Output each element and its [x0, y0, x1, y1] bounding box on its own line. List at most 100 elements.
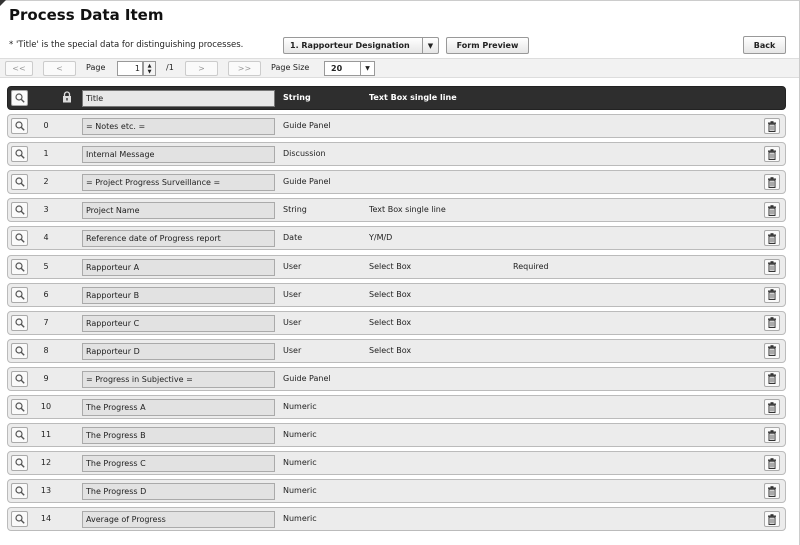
item-name-field[interactable]: The Progress A: [82, 399, 275, 417]
trash-icon[interactable]: [764, 286, 780, 303]
magnifier-icon[interactable]: [11, 483, 28, 500]
trash-icon[interactable]: [764, 427, 780, 444]
item-name-field[interactable]: Average of Progress: [82, 511, 275, 529]
trash-icon[interactable]: [764, 202, 780, 219]
trash-icon[interactable]: [764, 370, 780, 387]
item-index: 9: [43, 373, 49, 383]
trash-icon[interactable]: [764, 258, 780, 275]
title-item-name[interactable]: Title: [82, 90, 275, 107]
item-index: 6: [43, 289, 49, 299]
trash-icon[interactable]: [764, 314, 780, 331]
page-size-select[interactable]: 20 ▼: [324, 61, 375, 76]
trash-icon[interactable]: [764, 483, 780, 500]
item-name-field[interactable]: Internal Message: [82, 146, 275, 164]
last-page-button[interactable]: >>: [228, 61, 261, 76]
trash-icon[interactable]: [764, 174, 780, 191]
data-item-row: 9 = Progress in Subjective = Guide Panel: [7, 366, 786, 391]
item-index: 3: [43, 205, 49, 215]
data-item-row: 11 The Progress B Numeric: [7, 423, 786, 448]
title-note: * 'Title' is the special data for distin…: [9, 40, 244, 50]
data-item-row: 3 Project Name String Text Box single line: [7, 198, 786, 223]
item-name-field[interactable]: = Progress in Subjective =: [82, 370, 275, 388]
first-page-button[interactable]: <<: [5, 61, 33, 76]
magnifier-icon[interactable]: [11, 399, 28, 416]
magnifier-icon[interactable]: [11, 370, 28, 387]
item-type: User: [283, 317, 302, 327]
top-border: [0, 0, 800, 1]
item-control: Y/M/D: [369, 233, 393, 243]
trash-icon[interactable]: [764, 342, 780, 359]
item-name-field[interactable]: = Project Progress Surveillance =: [82, 174, 275, 192]
up-down-spinner-icon[interactable]: ▲ ▼: [143, 61, 156, 76]
data-item-row: 12 The Progress C Numeric: [7, 451, 786, 476]
page-number-input[interactable]: 1: [117, 61, 143, 76]
magnifier-icon[interactable]: [11, 286, 28, 303]
item-name-field[interactable]: Rapporteur A: [82, 258, 275, 276]
trash-icon[interactable]: [764, 455, 780, 472]
magnifier-icon[interactable]: [11, 455, 28, 472]
magnifier-icon[interactable]: [11, 118, 28, 135]
trash-icon[interactable]: [764, 118, 780, 135]
item-index: 5: [43, 261, 49, 271]
magnifier-icon[interactable]: [11, 511, 28, 528]
trash-icon[interactable]: [764, 399, 780, 416]
item-type: Guide Panel: [283, 177, 331, 187]
magnifier-icon[interactable]: [11, 342, 28, 359]
item-type: Discussion: [283, 149, 326, 159]
process-select-value: 1. Rapporteur Designation: [290, 41, 410, 50]
trash-icon[interactable]: [764, 511, 780, 528]
magnifier-icon[interactable]: [11, 174, 28, 191]
item-name-field[interactable]: = Notes etc. =: [82, 118, 275, 136]
item-type: Numeric: [283, 402, 317, 412]
data-item-row: 14 Average of Progress Numeric: [7, 507, 786, 532]
item-index: 7: [43, 317, 49, 327]
back-button[interactable]: Back: [743, 36, 786, 54]
magnifier-icon[interactable]: [11, 230, 28, 247]
magnifier-icon[interactable]: [11, 90, 28, 106]
data-item-row: 5 Rapporteur A User Select Box Required: [7, 254, 786, 279]
magnifier-icon[interactable]: [11, 427, 28, 444]
page-label: Page: [86, 63, 106, 72]
item-index: 12: [40, 458, 52, 468]
item-name-field[interactable]: Project Name: [82, 202, 275, 220]
data-item-row: 10 The Progress A Numeric: [7, 395, 786, 420]
magnifier-icon[interactable]: [11, 202, 28, 219]
magnifier-icon[interactable]: [11, 258, 28, 275]
page-title: Process Data Item: [9, 6, 164, 24]
item-name-field[interactable]: Reference date of Progress report: [82, 230, 275, 248]
lock-icon: [61, 90, 73, 104]
prev-page-button[interactable]: <: [43, 61, 76, 76]
page-size-label: Page Size: [271, 63, 310, 72]
data-item-row: 13 The Progress D Numeric: [7, 479, 786, 504]
title-item-control: Text Box single line: [369, 93, 457, 102]
item-type: Guide Panel: [283, 373, 331, 383]
magnifier-icon[interactable]: [11, 314, 28, 331]
item-name-field[interactable]: The Progress C: [82, 455, 275, 473]
trash-icon[interactable]: [764, 230, 780, 247]
item-type: Numeric: [283, 430, 317, 440]
item-name-field[interactable]: Rapporteur C: [82, 314, 275, 332]
data-item-row: 7 Rapporteur C User Select Box: [7, 310, 786, 335]
item-name-field[interactable]: Rapporteur B: [82, 286, 275, 304]
magnifier-icon[interactable]: [11, 146, 28, 163]
item-control: Text Box single line: [369, 205, 446, 215]
item-name-field[interactable]: Rapporteur D: [82, 342, 275, 360]
form-preview-button[interactable]: Form Preview: [446, 37, 529, 54]
data-item-list: Title String Text Box single line 0 = Not…: [7, 86, 786, 536]
item-required: Required: [513, 261, 549, 271]
item-index: 10: [40, 402, 52, 412]
data-item-row: 8 Rapporteur D User Select Box: [7, 338, 786, 363]
item-type: Numeric: [283, 514, 317, 524]
item-type: Date: [283, 233, 303, 243]
title-item-row: Title String Text Box single line: [7, 86, 786, 110]
item-control: Select Box: [369, 261, 412, 271]
triangle-down-icon: ▼: [360, 62, 374, 75]
pager-bar: << < Page 1 ▲ ▼ /1 > >> Page Size 20 ▼: [0, 58, 799, 78]
item-index: 13: [40, 486, 52, 496]
page-total: /1: [166, 63, 174, 72]
item-name-field[interactable]: The Progress D: [82, 483, 275, 501]
trash-icon[interactable]: [764, 146, 780, 163]
item-name-field[interactable]: The Progress B: [82, 427, 275, 445]
next-page-button[interactable]: >: [185, 61, 218, 76]
process-select[interactable]: 1. Rapporteur Designation ▼: [283, 37, 439, 54]
